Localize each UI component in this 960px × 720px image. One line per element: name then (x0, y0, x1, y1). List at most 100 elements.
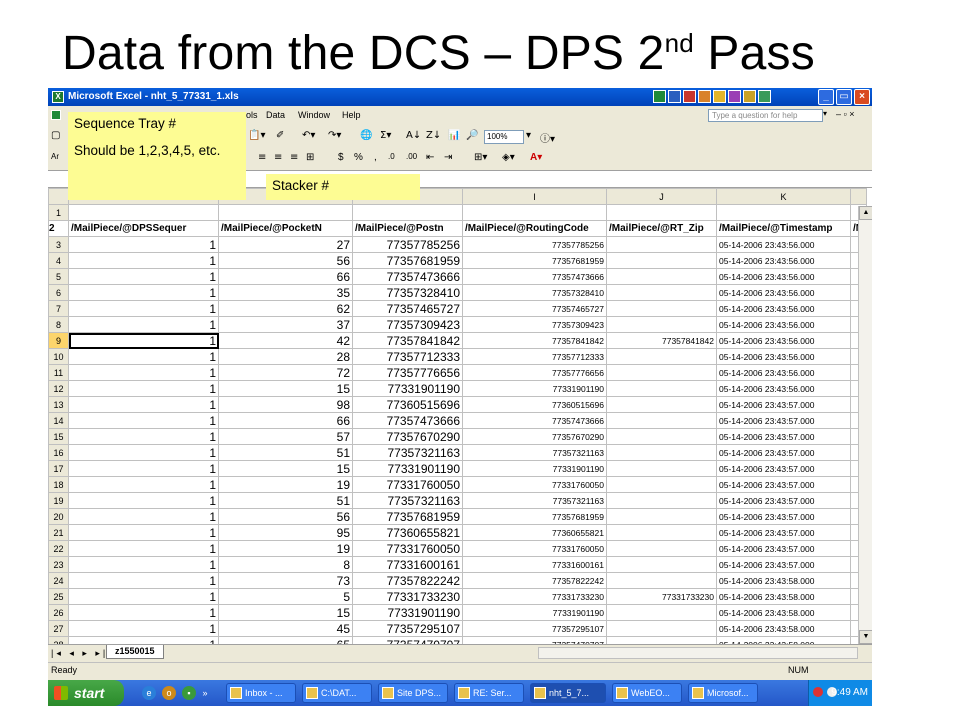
cell[interactable]: 66 (218, 412, 353, 429)
chart-wizard-icon[interactable]: 📊 (448, 130, 460, 141)
binder-shortcut-icon[interactable] (743, 90, 756, 103)
cell[interactable]: 77357309423 (352, 316, 463, 333)
drawing-icon[interactable]: 🔎 (466, 130, 478, 141)
cell[interactable]: 1 (68, 428, 219, 445)
header-cell[interactable]: /MailPiece/@Timestamp (716, 220, 851, 237)
currency-icon[interactable]: $ (338, 152, 344, 163)
cell[interactable]: 62 (218, 300, 353, 317)
cell[interactable]: 56 (218, 252, 353, 269)
cell[interactable]: 77357776656 (352, 364, 463, 381)
cell[interactable]: 1 (68, 524, 219, 541)
scroll-down-icon[interactable]: ▼ (859, 630, 872, 644)
merge-center-icon[interactable]: ⊞ (306, 152, 314, 163)
row-header[interactable]: 27 (48, 620, 69, 637)
row-header[interactable]: 5 (48, 268, 69, 285)
tray-icon-1[interactable] (813, 687, 823, 697)
row-header[interactable]: 9 (48, 332, 69, 349)
task-button-excel[interactable]: nht_5_7... (530, 683, 606, 703)
cell[interactable]: 15 (218, 380, 353, 397)
task-button-webeo[interactable]: WebEO... (612, 683, 682, 703)
cell[interactable]: 19 (218, 540, 353, 557)
row-header[interactable]: 19 (48, 492, 69, 509)
cell[interactable]: 8 (218, 556, 353, 573)
cell[interactable]: 77360515696 (462, 396, 607, 413)
align-center-icon[interactable]: ≡ (274, 152, 282, 163)
row-header[interactable]: 1 (48, 204, 69, 221)
cell[interactable]: 1 (68, 460, 219, 477)
cell[interactable]: 05-14-2006 23:43:57.000 (716, 556, 851, 573)
cell[interactable] (606, 524, 717, 541)
scroll-up-icon[interactable]: ▲ (859, 206, 872, 220)
cell[interactable] (606, 236, 717, 253)
cell[interactable] (352, 204, 463, 221)
cell[interactable] (716, 204, 851, 221)
cell[interactable]: 77357321163 (462, 444, 607, 461)
cell[interactable]: 1 (68, 252, 219, 269)
font-name-select[interactable]: Ar (51, 152, 59, 161)
cell[interactable]: 45 (218, 620, 353, 637)
cell[interactable]: 19 (218, 476, 353, 493)
cell[interactable]: 77357681959 (462, 252, 607, 269)
cell[interactable]: 95 (218, 524, 353, 541)
cell[interactable]: 05-14-2006 23:43:56.000 (716, 236, 851, 253)
cell[interactable] (606, 412, 717, 429)
undo-icon[interactable]: ↶▾ (302, 130, 315, 141)
menu-window[interactable]: Window (298, 110, 330, 120)
row-header[interactable]: 6 (48, 284, 69, 301)
cell[interactable]: 05-14-2006 23:43:57.000 (716, 444, 851, 461)
decrease-decimal-icon[interactable]: .00 (406, 152, 417, 161)
row-header[interactable]: 11 (48, 364, 69, 381)
format-painter-icon[interactable]: ✐ (276, 130, 284, 141)
window-titlebar[interactable]: X Microsoft Excel - nht_5_77331_1.xls _ … (48, 88, 872, 106)
cell[interactable]: 15 (218, 604, 353, 621)
paste-icon[interactable]: 📋▾ (248, 130, 265, 141)
cell[interactable]: 05-14-2006 23:43:58.000 (716, 588, 851, 605)
cell[interactable]: 57 (218, 428, 353, 445)
redo-icon[interactable]: ↷▾ (328, 130, 341, 141)
autosum-icon[interactable]: Σ▾ (380, 130, 391, 141)
cell[interactable]: 42 (218, 332, 353, 349)
cell[interactable]: 77331733230 (352, 588, 463, 605)
cell[interactable]: 05-14-2006 23:43:56.000 (716, 316, 851, 333)
cell[interactable]: 27 (218, 236, 353, 253)
cell[interactable] (606, 268, 717, 285)
outlook-shortcut-icon[interactable] (713, 90, 726, 103)
cell[interactable]: 77357776656 (462, 364, 607, 381)
fill-color-icon[interactable]: ◈▾ (502, 152, 515, 163)
cell[interactable]: 77331901190 (462, 604, 607, 621)
cell[interactable] (606, 380, 717, 397)
row-header[interactable]: 14 (48, 412, 69, 429)
cell[interactable] (606, 364, 717, 381)
cell[interactable]: 77357681959 (352, 252, 463, 269)
cell[interactable]: 1 (68, 588, 219, 605)
cell[interactable] (606, 428, 717, 445)
cell[interactable]: 05-14-2006 23:43:57.000 (716, 540, 851, 557)
cell[interactable]: 77331901190 (462, 380, 607, 397)
increase-decimal-icon[interactable]: .0 (388, 152, 395, 161)
cell[interactable]: 77331901190 (352, 380, 463, 397)
cell[interactable]: 05-14-2006 23:43:57.000 (716, 524, 851, 541)
column-header-k[interactable]: K (716, 188, 851, 205)
cell[interactable]: 05-14-2006 23:43:57.000 (716, 508, 851, 525)
cell[interactable]: 05-14-2006 23:43:56.000 (716, 332, 851, 349)
cell[interactable]: 1 (68, 540, 219, 557)
cell[interactable]: 15 (218, 460, 353, 477)
cell[interactable]: 1 (68, 508, 219, 525)
cell[interactable]: 77331760050 (462, 476, 607, 493)
cell[interactable]: 77331733230 (462, 588, 607, 605)
cell[interactable]: 1 (68, 412, 219, 429)
row-header[interactable]: 18 (48, 476, 69, 493)
cell[interactable]: 66 (218, 268, 353, 285)
cell[interactable] (68, 204, 219, 221)
cell[interactable]: 05-14-2006 23:43:57.000 (716, 460, 851, 477)
cell[interactable]: 77331901190 (352, 604, 463, 621)
cell[interactable]: 05-14-2006 23:43:57.000 (716, 428, 851, 445)
cell[interactable]: 1 (68, 284, 219, 301)
cell[interactable]: 77357841842 (352, 332, 463, 349)
cell[interactable]: 1 (68, 476, 219, 493)
cell[interactable]: 77357822242 (352, 572, 463, 589)
cell[interactable] (606, 540, 717, 557)
cell[interactable]: 5 (218, 588, 353, 605)
row-header[interactable]: 23 (48, 556, 69, 573)
row-header[interactable]: 21 (48, 524, 69, 541)
